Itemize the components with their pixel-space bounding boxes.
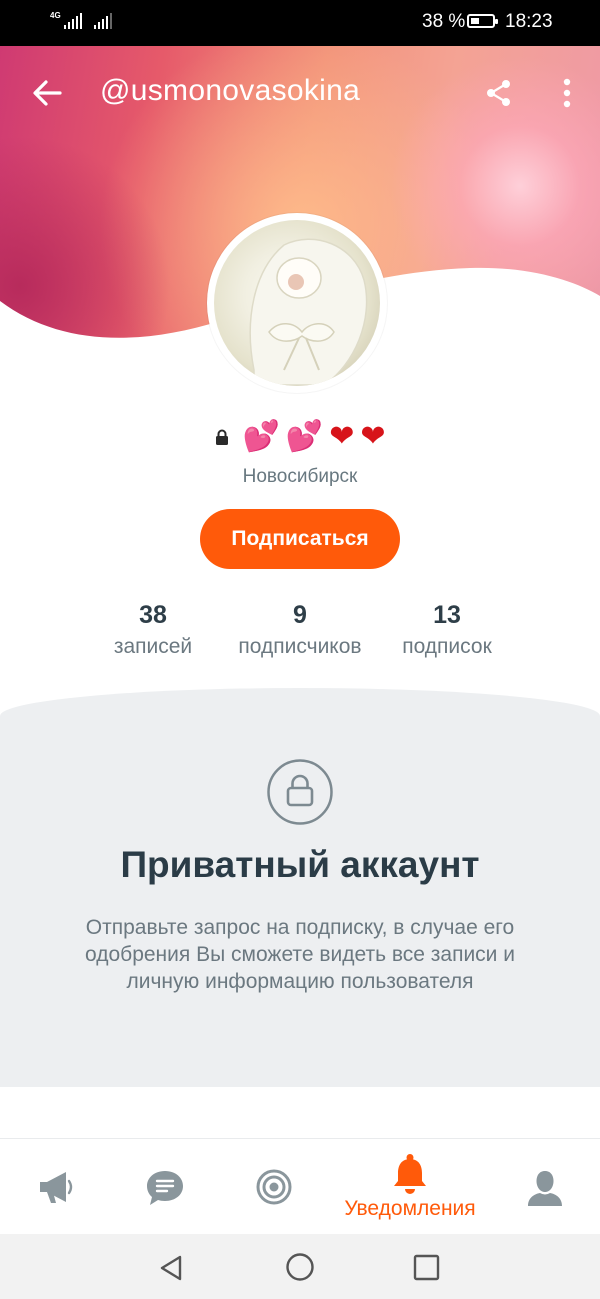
system-back-icon[interactable] [158,1254,184,1282]
system-recents-icon[interactable] [413,1254,440,1281]
stat-value: 38 [139,601,167,629]
nav-label-notifications: Уведомления [344,1197,476,1220]
status-bar: 4G 38 % 18:23 [0,0,600,46]
chat-icon [147,1171,183,1205]
bell-icon [394,1154,426,1194]
red-heart-emoji: ❤ [360,420,386,453]
signal-icon [94,13,112,29]
lock-icon [215,429,228,445]
nav-item-messages[interactable] [128,1139,200,1235]
signal-icon [64,13,82,29]
stat-posts[interactable]: 38 записей [100,600,206,662]
stat-value: 13 [433,601,461,629]
back-arrow-icon[interactable] [30,76,64,110]
subscribe-button[interactable]: Подписаться [200,509,400,569]
two-hearts-emoji: 💕 [285,420,324,453]
stat-label: записей [113,635,193,658]
battery-percent: 38 % [422,11,466,32]
nav-item-notifications[interactable]: Уведомления [330,1139,490,1235]
baby-envelope-image [249,238,368,386]
avatar[interactable] [207,213,387,393]
system-home-icon[interactable] [285,1252,315,1282]
profile-city: Новосибирск [242,466,358,487]
red-heart-emoji: ❤ [329,420,355,453]
nav-item-feed[interactable] [20,1139,92,1235]
battery-icon [467,14,498,28]
private-account-section: Приватный аккаунт Отправьте запрос на по… [0,688,600,1087]
private-title: Приватный аккаунт [120,844,480,885]
two-hearts-emoji: 💕 [242,420,280,453]
stat-value: 9 [293,601,307,629]
network-type: 4G [50,11,61,20]
lock-icon [267,759,333,825]
profile-handle: @usmonovasokina [100,74,361,107]
stat-label: подписчиков [238,635,362,658]
share-icon[interactable] [484,78,514,108]
nav-item-profile[interactable] [510,1139,582,1235]
stat-label: подписок [402,635,492,658]
target-icon [256,1169,292,1205]
nav-item-discover[interactable] [238,1139,310,1235]
bottom-navigation: Уведомления [0,1138,600,1235]
megaphone-icon [40,1172,73,1203]
system-navigation-bar [0,1234,600,1299]
stat-following[interactable]: 13 подписок [390,600,504,662]
more-options-icon[interactable] [555,76,579,110]
stat-followers[interactable]: 9 подписчиков [222,600,378,662]
profile-name-row: 💕 💕 ❤ ❤ [0,417,600,457]
profile-stats: 38 записей 9 подписчиков 13 подписок [0,600,600,670]
avatar-photo [214,220,380,386]
private-description: Отправьте запрос на подписку, в случае е… [85,916,515,993]
clock: 18:23 [505,11,553,32]
user-icon [528,1171,562,1206]
